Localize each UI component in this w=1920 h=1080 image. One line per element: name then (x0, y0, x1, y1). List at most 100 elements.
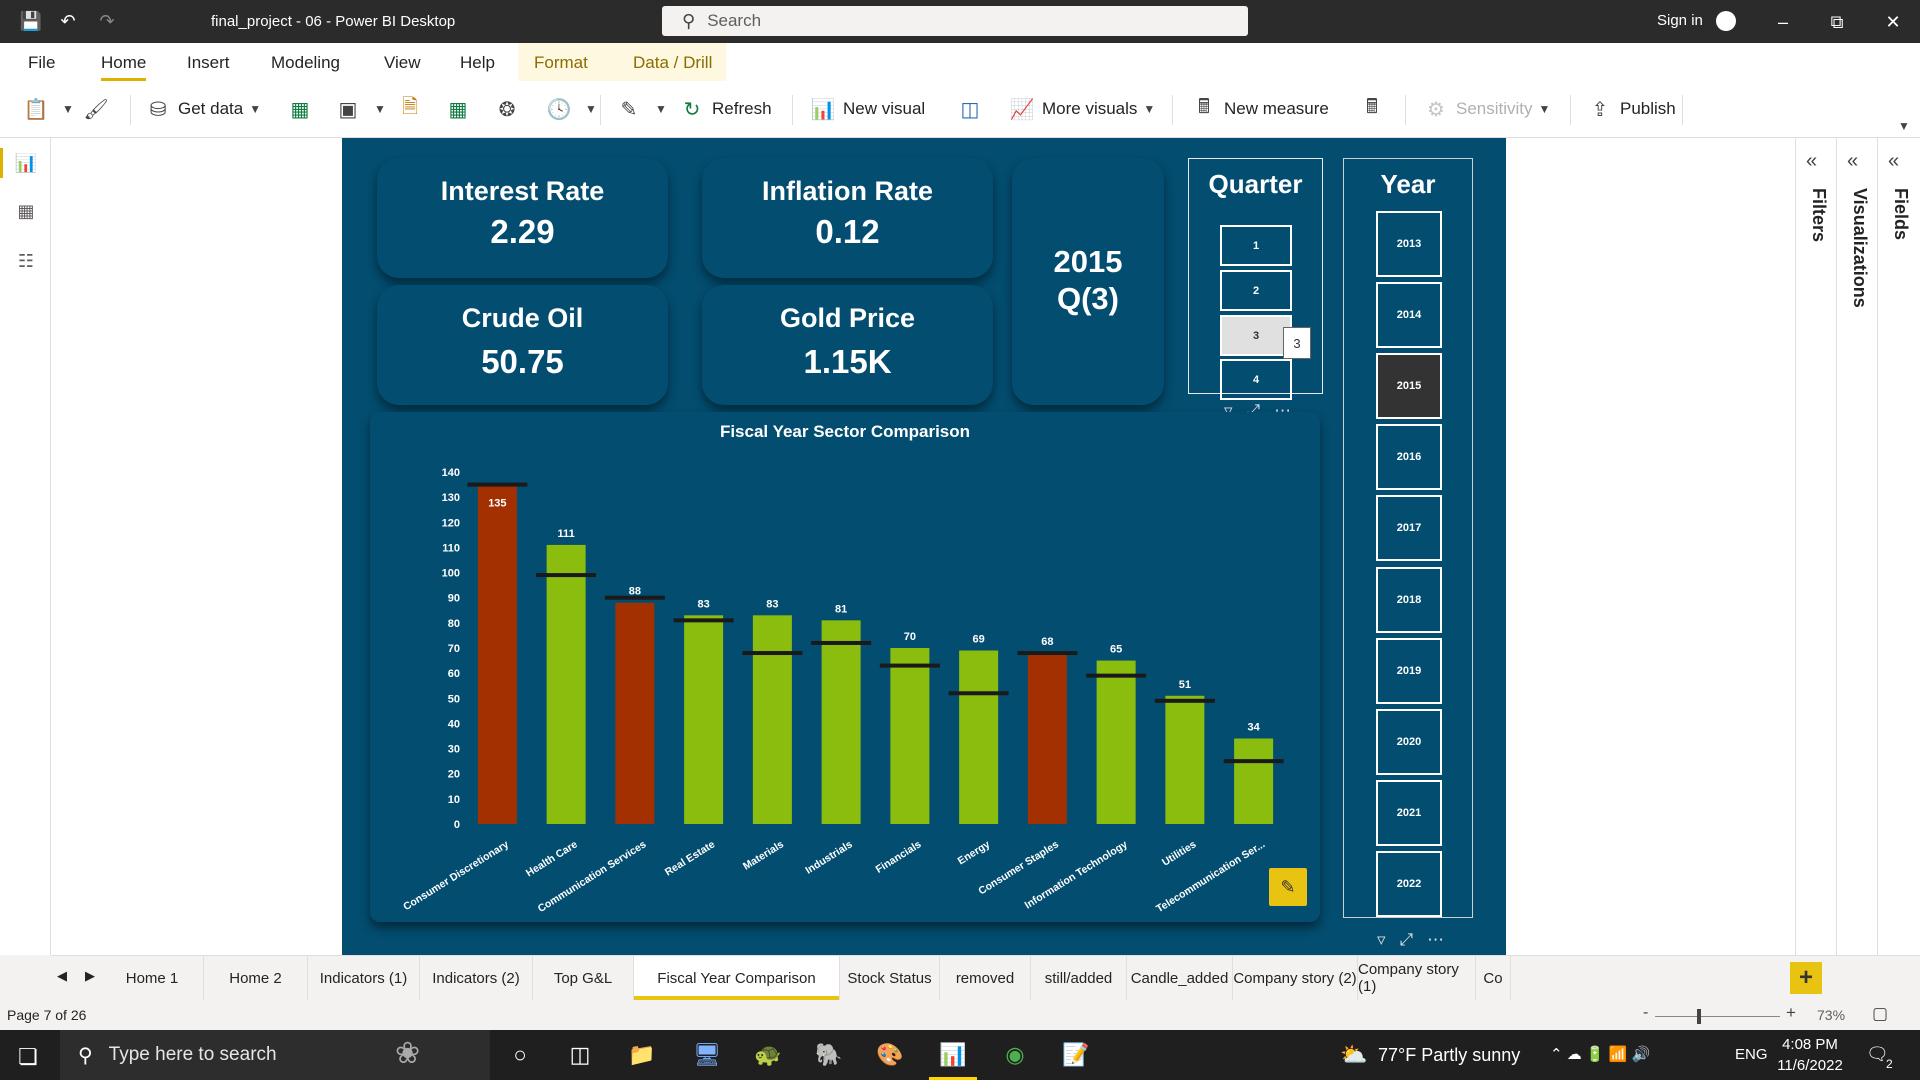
sign-in-link[interactable]: Sign in (1657, 12, 1703, 29)
sql-server-button[interactable]: 🗎 (398, 94, 430, 124)
bar[interactable] (1096, 660, 1136, 824)
report-view-icon[interactable]: 📊 (0, 148, 37, 178)
power-bi-icon[interactable]: 📊 (929, 1040, 977, 1080)
paint-icon[interactable]: 🎨 (874, 1040, 906, 1070)
app-icon[interactable]: 🐢 (752, 1040, 784, 1070)
menu-tab-format[interactable]: Format (534, 53, 588, 73)
page-tab[interactable]: still/added (1031, 956, 1127, 1000)
data-view-icon[interactable]: ▦ (15, 200, 37, 222)
enter-data-button[interactable]: ▦ (446, 94, 478, 124)
menu-tab-insert[interactable]: Insert (187, 53, 230, 73)
quarter-option-3[interactable]: 3 (1220, 315, 1292, 356)
avatar[interactable] (1716, 11, 1736, 31)
menu-tab-home[interactable]: Home (101, 53, 147, 81)
zoom-out-icon[interactable]: - (1643, 1004, 1648, 1022)
year-option-2020[interactable]: 2020 (1376, 708, 1442, 775)
year-option-2017[interactable]: 2017 (1376, 495, 1442, 562)
transform-data-button[interactable]: ✎ ▼ (617, 94, 667, 124)
fit-to-page-icon[interactable]: ▢ (1872, 1004, 1888, 1024)
zoom-slider-thumb[interactable] (1697, 1009, 1701, 1024)
year-option-2019[interactable]: 2019 (1376, 637, 1442, 704)
redo-icon[interactable]: ↷ (96, 10, 118, 32)
next-page-icon[interactable]: ▶ (85, 968, 95, 984)
get-data-button[interactable]: ⛁ Get data ▼ (146, 94, 262, 124)
visualizations-pane-collapsed[interactable]: « Visualizations (1837, 138, 1878, 955)
bar[interactable] (684, 615, 724, 824)
crude-oil-card[interactable]: Crude Oil 50.75 (377, 285, 668, 405)
quarter-option-2[interactable]: 2 (1220, 270, 1292, 311)
language-indicator[interactable]: ENG (1735, 1046, 1768, 1063)
zoom-in-icon[interactable]: + (1786, 1003, 1796, 1023)
format-painter-button[interactable]: 🖌 (83, 94, 116, 124)
undo-icon[interactable]: ↶ (57, 10, 79, 32)
menu-tab-modeling[interactable]: Modeling (271, 53, 340, 73)
data-hub-button[interactable]: ▣ ▼ (336, 94, 386, 124)
prev-page-icon[interactable]: ◀ (57, 968, 67, 984)
clock[interactable]: 4:08 PM 11/6/2022 (1770, 1034, 1850, 1076)
remote-desktop-icon[interactable]: 🖥 (691, 1040, 723, 1070)
postgres-icon[interactable]: 🐘 (813, 1040, 845, 1070)
fields-pane-collapsed[interactable]: « Fields (1878, 138, 1919, 955)
expand-chevron-icon[interactable]: « (1806, 150, 1817, 173)
focus-mode-icon[interactable]: ⤢ (1400, 930, 1414, 950)
save-icon[interactable]: 💾 (20, 10, 42, 32)
quarter-option-1[interactable]: 1 (1220, 225, 1292, 266)
page-tab[interactable]: Stock Status (840, 956, 940, 1000)
bar[interactable] (615, 602, 655, 824)
page-tab[interactable]: Company story (1) (1358, 956, 1476, 1000)
bar[interactable] (890, 648, 930, 824)
page-tab[interactable]: Home 2 (204, 956, 308, 1000)
add-page-button[interactable]: + (1790, 962, 1822, 994)
bar[interactable] (1234, 738, 1274, 824)
menu-tab-help[interactable]: Help (460, 53, 495, 73)
year-option-2018[interactable]: 2018 (1376, 566, 1442, 633)
page-tab[interactable]: Top G&L (533, 956, 634, 1000)
bar[interactable] (477, 484, 517, 824)
expand-chevron-icon[interactable]: « (1847, 150, 1858, 173)
period-card[interactable]: 2015 Q(3) (1012, 158, 1164, 405)
windows-start-icon[interactable]: ❏ (18, 1044, 38, 1070)
recent-sources-button[interactable]: 🕓 ▼ (547, 94, 597, 124)
file-explorer-icon[interactable]: 📁 (626, 1040, 658, 1070)
bar[interactable] (959, 650, 999, 824)
page-tab[interactable]: Candle_added (1127, 956, 1233, 1000)
year-option-2014[interactable]: 2014 (1376, 282, 1442, 349)
inflation-rate-card[interactable]: Inflation Rate 0.12 (702, 158, 993, 278)
year-option-2022[interactable]: 2022 (1376, 850, 1442, 917)
page-tab[interactable]: Fiscal Year Comparison (634, 956, 840, 1000)
year-option-2015[interactable]: 2015 (1376, 353, 1442, 420)
close-icon[interactable]: ✕ (1878, 8, 1908, 36)
new-visual-button[interactable]: 📊 New visual (811, 94, 926, 124)
restore-icon[interactable]: ⧉ (1822, 8, 1852, 36)
page-tab[interactable]: Indicators (2) (420, 956, 533, 1000)
page-tab[interactable]: Company story (2) (1233, 956, 1358, 1000)
year-option-2021[interactable]: 2021 (1376, 779, 1442, 846)
menu-tab-view[interactable]: View (384, 53, 421, 73)
bar[interactable] (546, 544, 586, 824)
chrome-icon[interactable]: ◉ (999, 1040, 1031, 1070)
task-view-icon[interactable]: ◫ (564, 1040, 596, 1070)
quarter-option-4[interactable]: 4 (1220, 359, 1292, 400)
taskbar-search[interactable]: ⚲ Type here to search ❀ (60, 1030, 490, 1080)
bar[interactable] (821, 620, 861, 824)
more-options-icon[interactable]: ⋯ (1427, 930, 1444, 950)
bar[interactable] (1027, 653, 1067, 824)
minimize-icon[interactable]: – (1768, 8, 1798, 36)
system-tray[interactable]: ⌃ ☁ 🔋 📶 🔊 (1550, 1045, 1650, 1063)
collapse-ribbon-icon[interactable]: ▼ (1898, 119, 1910, 133)
filters-pane-collapsed[interactable]: « Filters (1796, 138, 1837, 955)
text-box-button[interactable]: ◫ (958, 94, 990, 124)
publish-button[interactable]: ⇪ Publish (1588, 94, 1676, 124)
excel-button[interactable]: ▦ (288, 94, 320, 124)
paste-button[interactable]: 📋 ▼ (24, 94, 74, 124)
model-view-icon[interactable]: ☷ (15, 250, 37, 272)
year-slicer[interactable]: Year 2013 2014 2015 2016 2017 2018 2019 2020 202… (1343, 158, 1473, 918)
new-measure-button[interactable]: 🖩 New measure (1192, 94, 1329, 124)
zoom-slider[interactable] (1655, 1016, 1780, 1017)
bar[interactable] (752, 615, 792, 824)
menu-tab-file[interactable]: File (28, 53, 55, 73)
interest-rate-card[interactable]: Interest Rate 2.29 (377, 158, 668, 278)
refresh-button[interactable]: ↻ Refresh (680, 94, 772, 124)
quick-measure-button[interactable]: 🖩 (1360, 94, 1392, 124)
filter-icon[interactable]: ▿ (1377, 930, 1386, 950)
